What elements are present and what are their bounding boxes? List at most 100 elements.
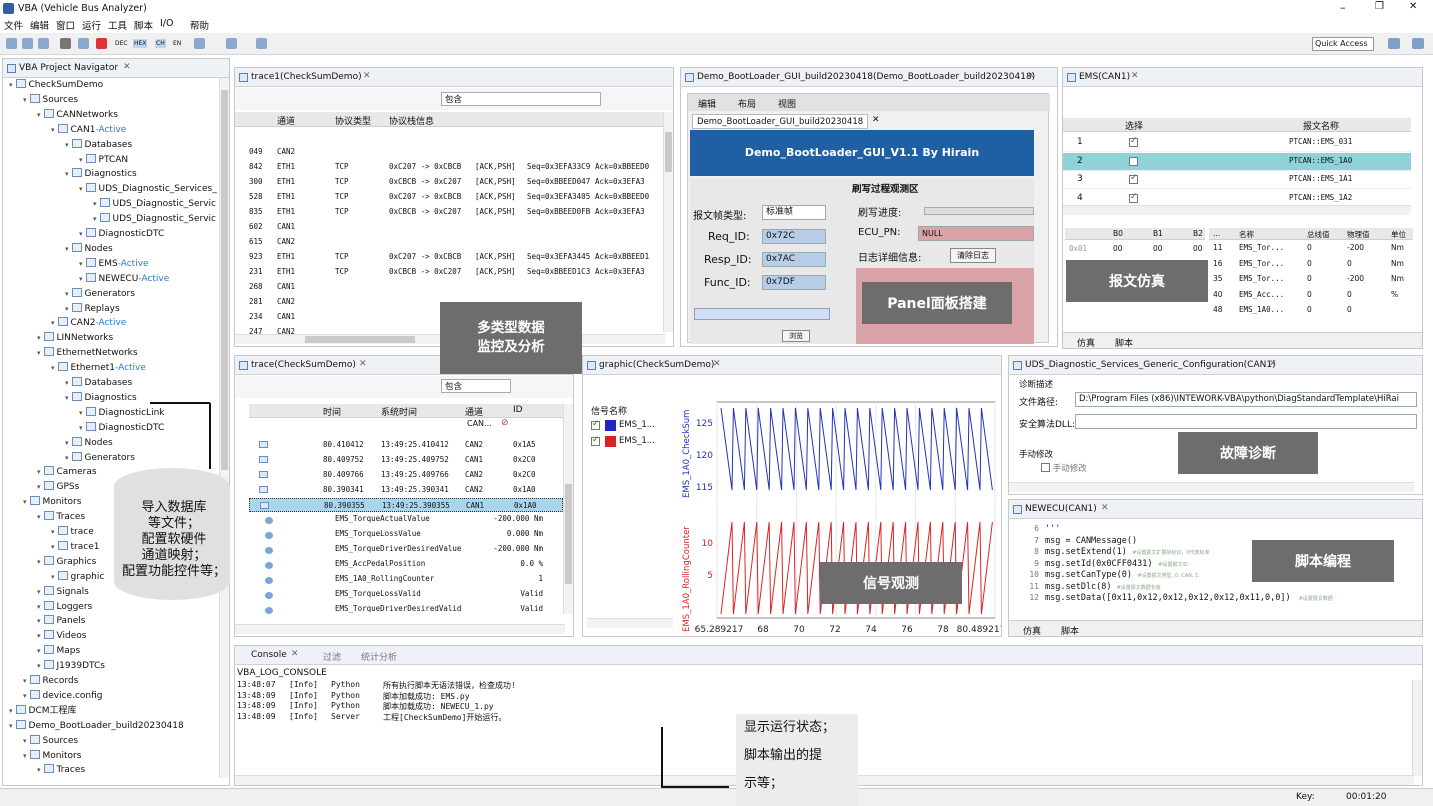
filter-select[interactable]: 包含 <box>441 92 601 106</box>
tab-script[interactable]: 脚本 <box>1061 624 1079 636</box>
signal-cell[interactable]: 0 <box>1307 274 1312 283</box>
tree-item[interactable]: ▾ Nodes <box>65 436 113 450</box>
tree-item[interactable]: ▾ Cameras <box>37 465 97 479</box>
toolbar-icon[interactable] <box>6 38 17 49</box>
expand-icon[interactable]: ▾ <box>51 573 55 581</box>
expand-icon[interactable]: ▾ <box>93 215 97 223</box>
table-row[interactable]: 3 PTCAN::EMS_1A1 <box>1063 171 1411 189</box>
menu-item[interactable]: 脚本 <box>134 18 153 32</box>
clear-log-button[interactable]: 清除日志 <box>950 248 996 263</box>
signal-cell[interactable]: -200 <box>1347 274 1364 283</box>
tree-item[interactable]: ▾ UDS_Diagnostic_Services_ <box>79 182 217 196</box>
tree-item[interactable]: ▾ UDS_Diagnostic_Servic <box>93 197 216 211</box>
tree-item[interactable]: ▾ trace1 <box>51 540 99 554</box>
tree-item[interactable]: ▾ CAN2-Active <box>51 316 126 330</box>
tree-item[interactable]: ▾ LINNetworks <box>37 331 113 345</box>
tree-item[interactable]: ▾ Monitors <box>23 495 81 509</box>
expand-icon[interactable]: ▾ <box>79 424 83 432</box>
menu-item[interactable]: I/O <box>160 18 173 29</box>
table-row[interactable]: 80.410412 13:49:25.410412 CAN2 0x1A5 <box>249 438 563 452</box>
toolbar-icon[interactable] <box>194 38 205 49</box>
tab-statistics[interactable]: 统计分析 <box>361 650 397 663</box>
tree-item[interactable]: ▾ Generators <box>65 287 135 301</box>
tree-item[interactable]: ▾ Signals <box>37 585 89 599</box>
tree-item[interactable]: ▾ Diagnostics <box>65 167 137 181</box>
expand-icon[interactable]: ▾ <box>51 364 55 372</box>
byte-value[interactable]: 00 <box>1113 244 1123 253</box>
table-row[interactable]: 1 PTCAN::EMS_031 <box>1063 134 1411 152</box>
newecu-title[interactable]: NEWECU(CAN1) <box>1025 504 1097 514</box>
tree-item[interactable]: ▾ UDS_Diagnostic_Servic <box>93 212 216 226</box>
tree-item[interactable]: ▾ Nodes <box>65 242 113 256</box>
tree-item[interactable]: ▾ DiagnosticLink <box>79 406 164 420</box>
dll-field[interactable] <box>1075 414 1417 429</box>
tree-item[interactable]: ▾ CheckSumDemo <box>9 78 103 92</box>
expand-icon[interactable]: ▾ <box>79 260 83 268</box>
signal-cell[interactable]: 0 <box>1307 305 1312 314</box>
table-row[interactable]: 80.409766 13:49:25.409766 CAN2 0x2C0 <box>249 468 563 482</box>
tree-item[interactable]: ▾ Maps <box>37 644 80 658</box>
close-icon[interactable]: ✕ <box>123 62 131 72</box>
graphic-title[interactable]: graphic(CheckSumDemo) <box>599 360 714 370</box>
close-icon[interactable]: ✕ <box>1027 71 1035 81</box>
expand-icon[interactable]: ▾ <box>37 483 41 491</box>
func-id-field[interactable]: 0x7DF <box>762 275 826 290</box>
restore-button[interactable]: ❐ <box>1375 1 1384 12</box>
tree-item[interactable]: ▾ Graphics <box>37 555 96 569</box>
expand-icon[interactable]: ▾ <box>79 275 83 283</box>
dec-button[interactable]: DEC <box>115 40 128 47</box>
expand-icon[interactable]: ▾ <box>65 290 69 298</box>
tree-item[interactable]: ▾ Replays <box>65 302 120 316</box>
tree-item[interactable]: ▾ trace <box>51 525 94 539</box>
uds-title[interactable]: UDS_Diagnostic_Services_Generic_Configur… <box>1025 360 1276 370</box>
byte-value[interactable]: 00 <box>1193 244 1203 253</box>
trace-title[interactable]: trace(CheckSumDemo) <box>251 360 356 370</box>
signal-cell[interactable]: 0 <box>1347 290 1352 299</box>
close-button[interactable]: ✕ <box>1409 1 1417 12</box>
tree-item[interactable]: ▾ Ethernet1-Active <box>51 361 146 375</box>
tree-item[interactable]: ▾ Demo_BootLoader_build20230418 <box>9 719 184 733</box>
menu-view[interactable]: 视图 <box>778 97 796 110</box>
toolbar-icon[interactable] <box>78 38 89 49</box>
signal-checkbox[interactable] <box>591 419 600 430</box>
tab-simulation[interactable]: 仿真 <box>1077 336 1095 348</box>
expand-icon[interactable]: ▾ <box>23 692 27 700</box>
expand-icon[interactable]: ▾ <box>79 156 83 164</box>
expand-icon[interactable]: ▾ <box>37 662 41 670</box>
signal-cell[interactable]: 0 <box>1347 305 1352 314</box>
signal-cell[interactable]: 0 <box>1307 290 1312 299</box>
close-icon[interactable]: ✕ <box>872 115 880 125</box>
file-path-field[interactable]: D:\Program Files (x86)\INTEWORK-VBA\pyth… <box>1075 392 1417 407</box>
expand-icon[interactable]: ▾ <box>93 200 97 208</box>
frame-type-select[interactable]: 标准帧 <box>762 205 826 220</box>
panel-tab[interactable]: Demo_BootLoader_GUI_build20230418 <box>692 114 869 129</box>
expand-icon[interactable]: ▾ <box>37 588 41 596</box>
expand-icon[interactable]: ▾ <box>65 170 69 178</box>
tree-item[interactable]: ▾ DCM工程库 <box>9 704 77 718</box>
expand-icon[interactable]: ▾ <box>37 603 41 611</box>
expand-icon[interactable]: ▾ <box>23 752 27 760</box>
navigator-scrollbar[interactable] <box>219 78 229 778</box>
expand-icon[interactable]: ▾ <box>23 677 27 685</box>
trace1-title[interactable]: trace1(CheckSumDemo) <box>251 72 362 82</box>
resp-id-field[interactable]: 0x7AC <box>762 252 826 267</box>
tree-item[interactable]: ▾ Diagnostics <box>65 391 137 405</box>
tree-item[interactable]: ▾ graphic <box>51 570 104 584</box>
chan-filter[interactable]: CAN... <box>467 419 492 428</box>
signal-checkbox[interactable] <box>591 435 600 446</box>
ecu-field[interactable]: NULL <box>918 226 1034 241</box>
expand-icon[interactable]: ▾ <box>37 349 41 357</box>
expand-icon[interactable]: ▾ <box>65 245 69 253</box>
menu-item[interactable]: 编辑 <box>30 18 49 32</box>
tab-script[interactable]: 脚本 <box>1115 336 1133 348</box>
toolbar-icon[interactable] <box>96 38 107 49</box>
byte-value[interactable]: 00 <box>1153 244 1163 253</box>
signal-cell[interactable]: -200 <box>1347 243 1364 252</box>
menu-item[interactable]: 窗口 <box>56 18 75 32</box>
panel-title[interactable]: Demo_BootLoader_GUI_build20230418(Demo_B… <box>697 72 1035 82</box>
tree-item[interactable]: ▾ Records <box>23 674 78 688</box>
signal-cell[interactable]: Nm <box>1391 274 1404 283</box>
toolbar-icon[interactable] <box>226 38 237 49</box>
expand-icon[interactable]: ▾ <box>37 111 41 119</box>
expand-icon[interactable]: ▾ <box>51 126 55 134</box>
